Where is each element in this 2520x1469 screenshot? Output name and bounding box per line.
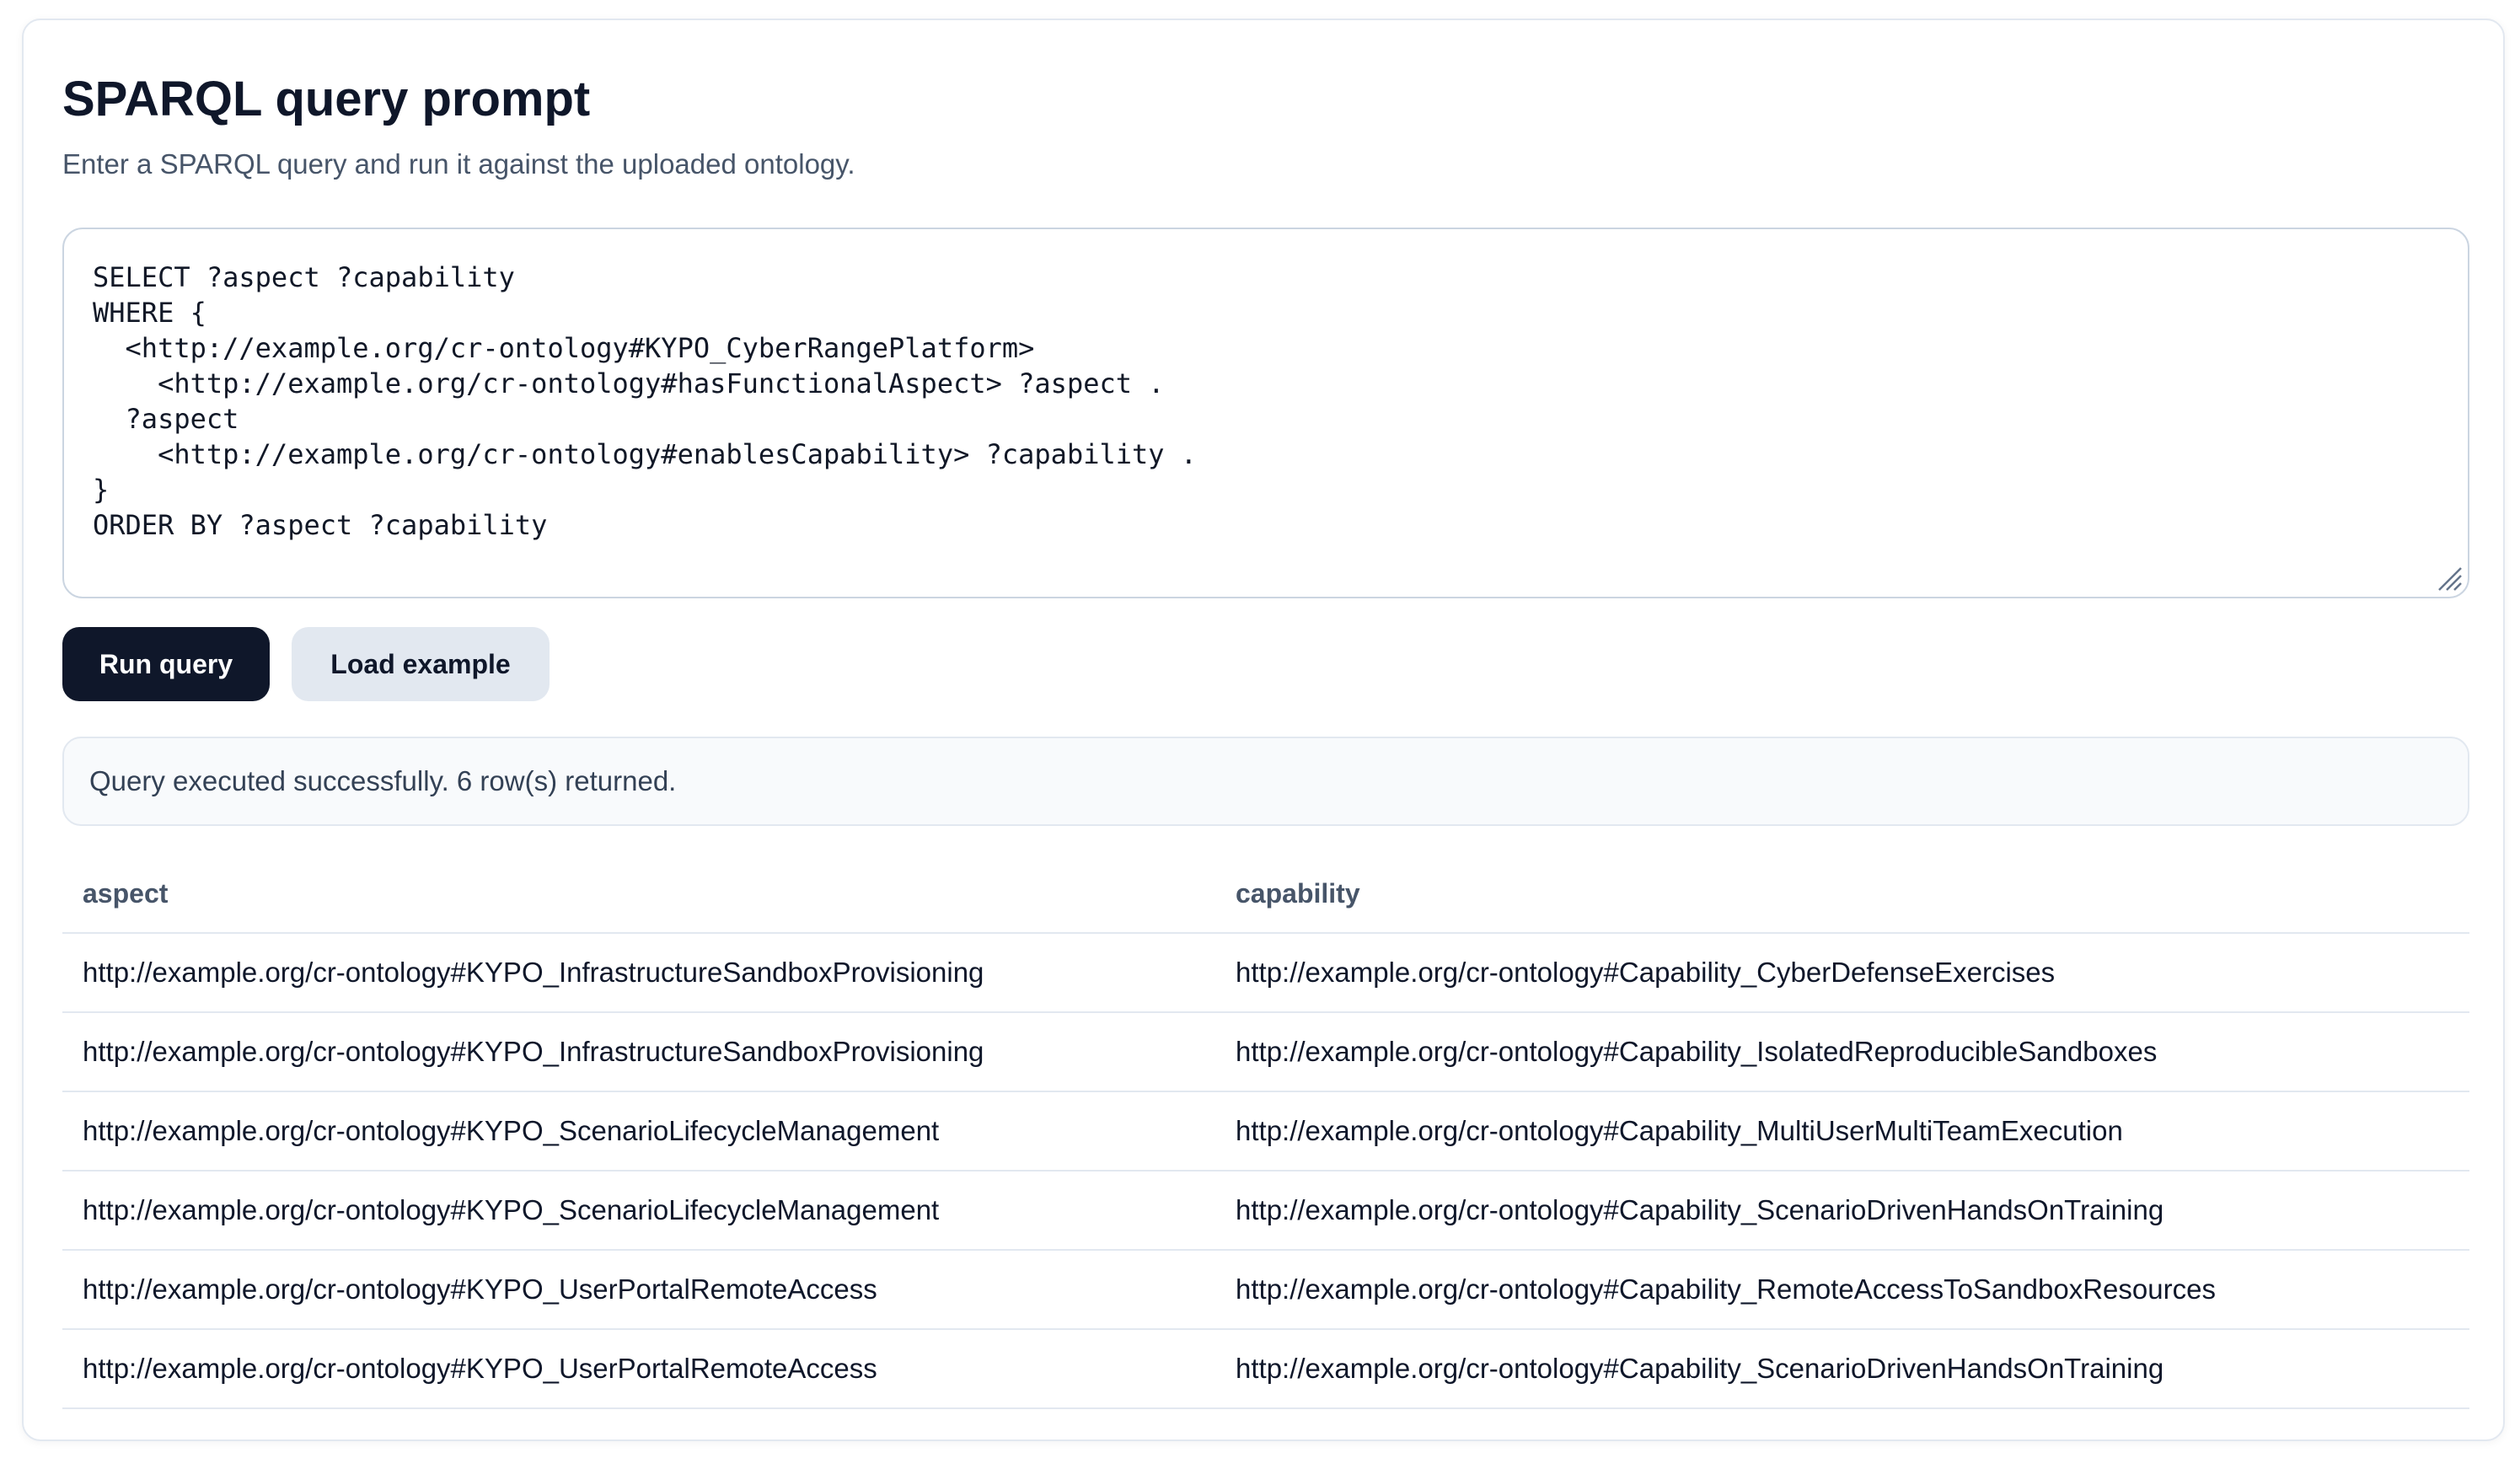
table-row: http://example.org/cr-ontology#KYPO_Infr…	[62, 1012, 2469, 1092]
query-editor[interactable]: SELECT ?aspect ?capability WHERE { <http…	[62, 228, 2469, 598]
table-header-row: aspect capability	[62, 855, 2469, 934]
table-cell-capability: http://example.org/cr-ontology#Capabilit…	[1215, 1012, 2469, 1092]
table-row: http://example.org/cr-ontology#KYPO_Infr…	[62, 933, 2469, 1013]
table-cell-aspect: http://example.org/cr-ontology#KYPO_User…	[62, 1329, 1215, 1409]
table-cell-capability: http://example.org/cr-ontology#Capabilit…	[1215, 1091, 2469, 1171]
table-row: http://example.org/cr-ontology#KYPO_User…	[62, 1250, 2469, 1330]
column-header-capability: capability	[1215, 855, 2469, 934]
table-cell-aspect: http://example.org/cr-ontology#KYPO_User…	[62, 1250, 1215, 1330]
table-cell-aspect: http://example.org/cr-ontology#KYPO_Scen…	[62, 1091, 1215, 1171]
results-table: aspect capability http://example.org/cr-…	[62, 855, 2469, 1409]
page-subtitle: Enter a SPARQL query and run it against …	[62, 148, 855, 180]
table-cell-capability: http://example.org/cr-ontology#Capabilit…	[1215, 933, 2469, 1013]
column-header-aspect: aspect	[62, 855, 1215, 934]
sparql-query-card: SPARQL query prompt Enter a SPARQL query…	[22, 19, 2505, 1441]
table-row: http://example.org/cr-ontology#KYPO_Scen…	[62, 1171, 2469, 1251]
table-row: http://example.org/cr-ontology#KYPO_User…	[62, 1329, 2469, 1409]
table-row: http://example.org/cr-ontology#KYPO_Scen…	[62, 1091, 2469, 1171]
table-cell-capability: http://example.org/cr-ontology#Capabilit…	[1215, 1171, 2469, 1251]
table-cell-aspect: http://example.org/cr-ontology#KYPO_Scen…	[62, 1171, 1215, 1251]
table-cell-capability: http://example.org/cr-ontology#Capabilit…	[1215, 1329, 2469, 1409]
status-text: Query executed successfully. 6 row(s) re…	[89, 765, 677, 796]
resize-handle-icon[interactable]	[2432, 561, 2463, 592]
load-example-button[interactable]: Load example	[292, 627, 550, 701]
table-cell-aspect: http://example.org/cr-ontology#KYPO_Infr…	[62, 1012, 1215, 1092]
run-query-button[interactable]: Run query	[62, 627, 270, 701]
status-message: Query executed successfully. 6 row(s) re…	[62, 737, 2469, 826]
table-cell-capability: http://example.org/cr-ontology#Capabilit…	[1215, 1250, 2469, 1330]
page-title: SPARQL query prompt	[62, 72, 591, 126]
table-cell-aspect: http://example.org/cr-ontology#KYPO_Infr…	[62, 933, 1215, 1013]
